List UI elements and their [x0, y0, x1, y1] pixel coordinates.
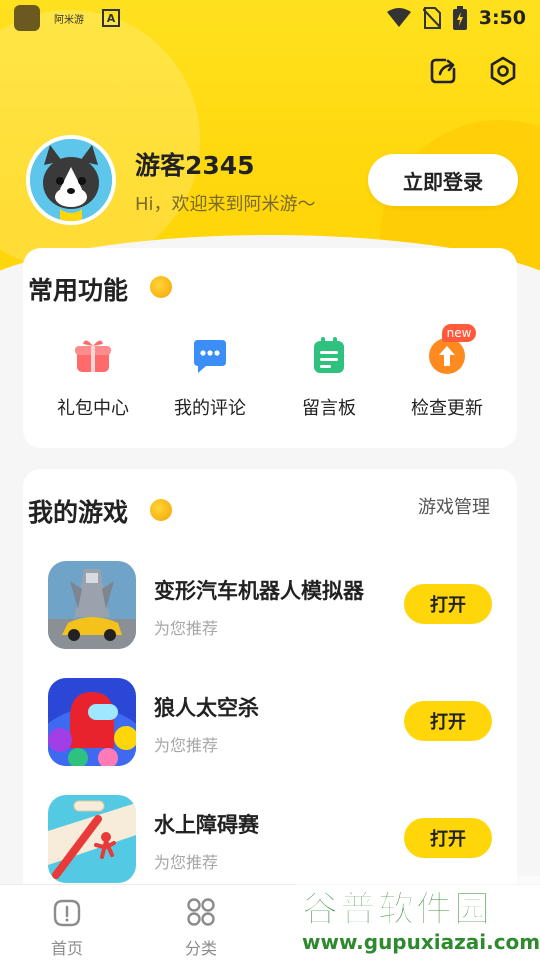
watermark-title: 谷普软件园 — [301, 889, 493, 931]
title-decor-dot — [150, 276, 172, 298]
title-decor-dot — [150, 499, 172, 521]
decor-circle — [0, 10, 200, 270]
settings-icon[interactable] — [488, 56, 518, 86]
func-check-update[interactable]: 检查更新 — [392, 336, 502, 420]
game-robot-car-icon — [48, 561, 136, 649]
greeting-text: Hi，欢迎来到阿米游～ — [135, 194, 316, 215]
func-gift-center[interactable]: 礼包中心 — [38, 336, 148, 420]
list-item[interactable]: 水上障碍赛 为您推荐 打开 — [48, 795, 492, 885]
gift-icon — [75, 340, 111, 372]
section-title: 常用功能 — [28, 276, 129, 305]
status-bar: 阿米游 A 3:50 — [0, 0, 540, 36]
edit-share-icon[interactable] — [428, 56, 458, 86]
comment-icon — [194, 340, 226, 373]
husky-avatar-icon — [30, 139, 112, 221]
status-time: 3:50 — [478, 7, 526, 29]
battery-icon — [452, 6, 467, 30]
tab-home[interactable]: 首页 — [32, 897, 102, 959]
func-label: 检查更新 — [411, 398, 483, 419]
tab-label: 首页 — [50, 939, 83, 958]
open-game-button[interactable]: 打开 — [404, 818, 492, 858]
game-subtitle: 为您推荐 — [154, 853, 219, 872]
game-subtitle: 为您推荐 — [154, 736, 219, 755]
list-item[interactable]: 变形汽车机器人模拟器 为您推荐 打开 — [48, 561, 492, 651]
home-icon — [53, 899, 81, 927]
login-button[interactable]: 立即登录 — [368, 154, 518, 206]
tab-category[interactable]: 分类 — [166, 897, 236, 959]
game-space-werewolf-icon — [48, 678, 136, 766]
watermark: 谷普软件园 www.gupuxiazai.com — [296, 876, 540, 960]
game-water-obstacle-icon — [48, 795, 136, 883]
tab-label: 分类 — [184, 939, 217, 958]
func-label: 留言板 — [302, 398, 356, 419]
game-name: 变形汽车机器人模拟器 — [154, 579, 364, 603]
game-name: 狼人太空杀 — [154, 696, 259, 720]
message-board-icon — [314, 337, 344, 373]
section-title: 我的游戏 — [28, 498, 129, 527]
func-label: 礼包中心 — [57, 398, 129, 419]
list-item[interactable]: 狼人太空杀 为您推荐 打开 — [48, 678, 492, 768]
category-icon — [187, 898, 215, 926]
open-game-button[interactable]: 打开 — [404, 701, 492, 741]
new-badge: new — [442, 324, 476, 342]
no-sim-icon — [422, 7, 441, 29]
watermark-url: www.gupuxiazai.com — [302, 930, 540, 954]
status-app-label: 阿米游 — [54, 14, 84, 26]
open-game-button[interactable]: 打开 — [404, 584, 492, 624]
game-name: 水上障碍赛 — [154, 813, 259, 837]
a-badge-icon: A — [102, 9, 120, 27]
wifi-icon — [386, 8, 411, 27]
update-icon — [429, 338, 465, 374]
func-message-board[interactable]: 留言板 — [274, 336, 384, 420]
username: 游客2345 — [135, 151, 255, 180]
func-my-comments[interactable]: 我的评论 — [155, 336, 265, 420]
app-notification-icon — [14, 5, 40, 31]
game-subtitle: 为您推荐 — [154, 619, 219, 638]
avatar[interactable] — [26, 135, 116, 225]
func-label: 我的评论 — [174, 398, 246, 419]
game-manage-link[interactable]: 游戏管理 — [418, 493, 490, 519]
